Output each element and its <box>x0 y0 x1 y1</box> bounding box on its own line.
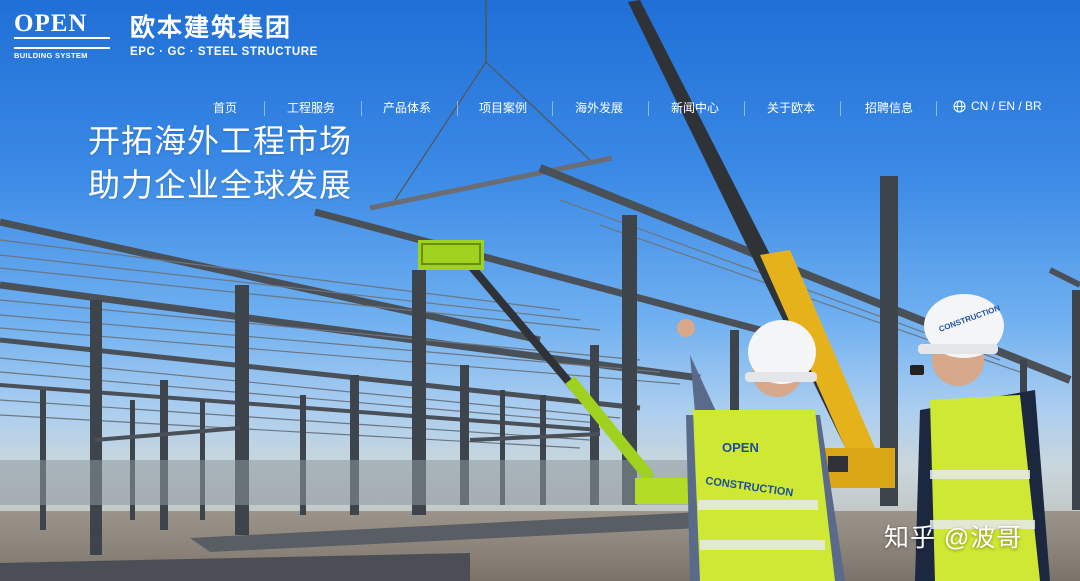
nav-divider <box>744 101 745 116</box>
nav-divider <box>552 101 553 116</box>
zhihu-watermark: 知乎 @波哥 <box>884 524 1023 552</box>
nav-divider <box>648 101 649 116</box>
nav-divider <box>264 101 265 116</box>
nav-product-system[interactable]: 产品体系 <box>383 99 431 116</box>
construction-scene: OPEN CONSTRUCTION CONSTRUCTION <box>0 0 1080 581</box>
brand-tagline: EPC · GC · STEEL STRUCTURE <box>130 46 318 58</box>
hero-banner: OPEN CONSTRUCTION CONSTRUCTION OPEN BUIL… <box>0 0 1080 581</box>
nav-overseas-development[interactable]: 海外发展 <box>575 99 623 116</box>
main-nav: 首页 工程服务 产品体系 项目案例 海外发展 新闻中心 关于欧本 招聘信息 CN… <box>0 99 1080 119</box>
language-switcher[interactable]: CN / EN / BR <box>953 99 1042 113</box>
nav-project-cases[interactable]: 项目案例 <box>479 99 527 116</box>
language-options: CN / EN / BR <box>971 99 1042 113</box>
logo-subtext: BUILDING SYSTEM <box>14 51 88 60</box>
nav-home[interactable]: 首页 <box>213 99 237 116</box>
nav-news-center[interactable]: 新闻中心 <box>671 99 719 116</box>
nav-about[interactable]: 关于欧本 <box>767 99 815 116</box>
headline-line-1: 开拓海外工程市场 <box>88 123 353 159</box>
nav-divider <box>457 101 458 116</box>
nav-careers[interactable]: 招聘信息 <box>865 99 913 116</box>
hero-headline: 开拓海外工程市场 助力企业全球发展 <box>88 119 352 207</box>
nav-divider <box>840 101 841 116</box>
brand-name: 欧本建筑集团 <box>130 14 293 42</box>
globe-icon <box>953 100 966 112</box>
nav-divider <box>361 101 362 116</box>
logo-wordmark: OPEN <box>14 10 88 37</box>
vest-logo-text: OPEN <box>722 440 759 455</box>
brand-block[interactable]: 欧本建筑集团 EPC · GC · STEEL STRUCTURE <box>130 13 318 58</box>
headline-line-2: 助力企业全球发展 <box>88 167 353 203</box>
logo-bars <box>14 37 110 49</box>
nav-engineering-services[interactable]: 工程服务 <box>287 99 335 116</box>
open-logo[interactable]: OPEN BUILDING SYSTEM <box>14 10 114 60</box>
nav-divider <box>936 101 937 116</box>
